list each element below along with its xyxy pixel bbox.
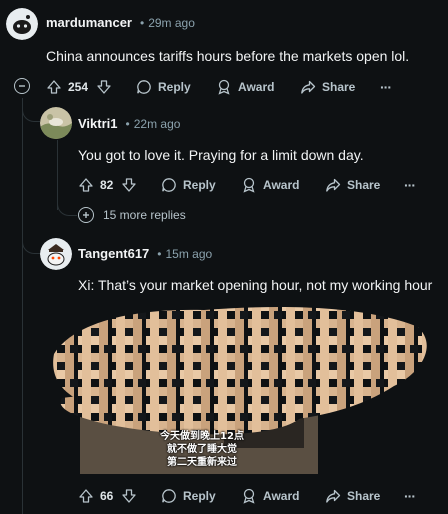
- caption-line: 就不做了睡大觉: [167, 444, 237, 455]
- share-button[interactable]: Share: [300, 77, 355, 97]
- collapse-thread-button[interactable]: [14, 78, 30, 94]
- downvote-icon[interactable]: [96, 79, 112, 95]
- upvote-icon[interactable]: [78, 177, 94, 193]
- award-label: Award: [238, 80, 275, 94]
- thread-line-main: [22, 98, 23, 514]
- thread-connector: [22, 104, 40, 122]
- avatar[interactable]: [40, 238, 72, 270]
- meta-separator: •: [157, 246, 162, 261]
- comment-username[interactable]: mardumancer: [46, 15, 132, 30]
- share-button[interactable]: Share: [325, 486, 380, 506]
- upvote-icon[interactable]: [78, 488, 94, 504]
- share-label: Share: [322, 80, 356, 94]
- meta-separator: •: [139, 15, 145, 30]
- comment-timestamp[interactable]: 15m ago: [165, 247, 212, 261]
- caption-line: 第二天重新来过: [167, 457, 237, 468]
- minus-icon: [19, 85, 25, 87]
- comment-body: China announces tariffs hours before the…: [46, 48, 410, 64]
- comment-timestamp[interactable]: 29m ago: [148, 16, 195, 30]
- more-options-icon: ···: [380, 79, 392, 95]
- comment-username[interactable]: Viktri1: [78, 116, 118, 131]
- reply-label: Reply: [183, 178, 216, 192]
- award-button[interactable]: Award: [241, 175, 299, 195]
- award-label: Award: [263, 489, 300, 503]
- award-button[interactable]: Award: [216, 77, 274, 97]
- more-options-icon: ···: [404, 177, 416, 193]
- upvote-icon[interactable]: [46, 79, 62, 95]
- award-label: Award: [263, 178, 300, 192]
- vote-group: 82: [78, 175, 137, 195]
- expand-replies-icon: [78, 207, 94, 223]
- share-icon: [326, 178, 341, 192]
- reply-label: Reply: [158, 80, 191, 94]
- vote-count: 66: [100, 489, 114, 503]
- comment-bubble-icon: [137, 80, 151, 94]
- more-replies-label: 15 more replies: [103, 208, 186, 222]
- more-options-button[interactable]: ···: [404, 486, 416, 506]
- thread-connector: [22, 236, 40, 254]
- downvote-icon[interactable]: [121, 177, 137, 193]
- award-icon: [243, 488, 255, 504]
- avatar[interactable]: [40, 107, 72, 139]
- reply-button[interactable]: Reply: [161, 175, 216, 195]
- meta-separator: •: [125, 116, 130, 131]
- comment-body: Xi: That’s your market opening hour, not…: [78, 277, 433, 293]
- share-label: Share: [347, 489, 381, 503]
- reply-label: Reply: [183, 489, 216, 503]
- share-label: Share: [347, 178, 381, 192]
- award-icon: [218, 79, 230, 95]
- image-caption: 今天做到晚上12点 就不做了睡大觉 第二天重新来过: [132, 430, 272, 469]
- vote-group: 254: [46, 77, 112, 97]
- more-replies-link[interactable]: 15 more replies: [78, 207, 186, 223]
- award-icon: [243, 177, 255, 193]
- vote-count: 82: [100, 178, 114, 192]
- comment-bubble-icon: [162, 178, 176, 192]
- reply-button[interactable]: Reply: [136, 77, 191, 97]
- comment-body: You got to love it. Praying for a limit …: [78, 147, 364, 163]
- comment-image[interactable]: 今天做到晚上12点 就不做了睡大觉 第二天重新来过: [44, 302, 438, 474]
- award-button[interactable]: Award: [241, 486, 299, 506]
- vote-count: 254: [68, 80, 89, 94]
- more-options-button[interactable]: ···: [404, 175, 416, 195]
- more-options-icon: ···: [404, 488, 416, 504]
- vote-group: 66: [78, 486, 137, 506]
- caption-line: 今天做到晚上12点: [160, 431, 244, 442]
- thread-connector: [57, 198, 77, 216]
- downvote-icon[interactable]: [121, 488, 137, 504]
- share-icon: [326, 489, 341, 503]
- comment-timestamp[interactable]: 22m ago: [134, 117, 181, 131]
- share-icon: [301, 80, 316, 94]
- comment-bubble-icon: [162, 489, 176, 503]
- avatar[interactable]: [6, 8, 38, 40]
- reply-button[interactable]: Reply: [161, 486, 216, 506]
- comment-username[interactable]: Tangent617: [78, 246, 149, 261]
- more-options-button[interactable]: ···: [380, 77, 392, 97]
- share-button[interactable]: Share: [325, 175, 380, 195]
